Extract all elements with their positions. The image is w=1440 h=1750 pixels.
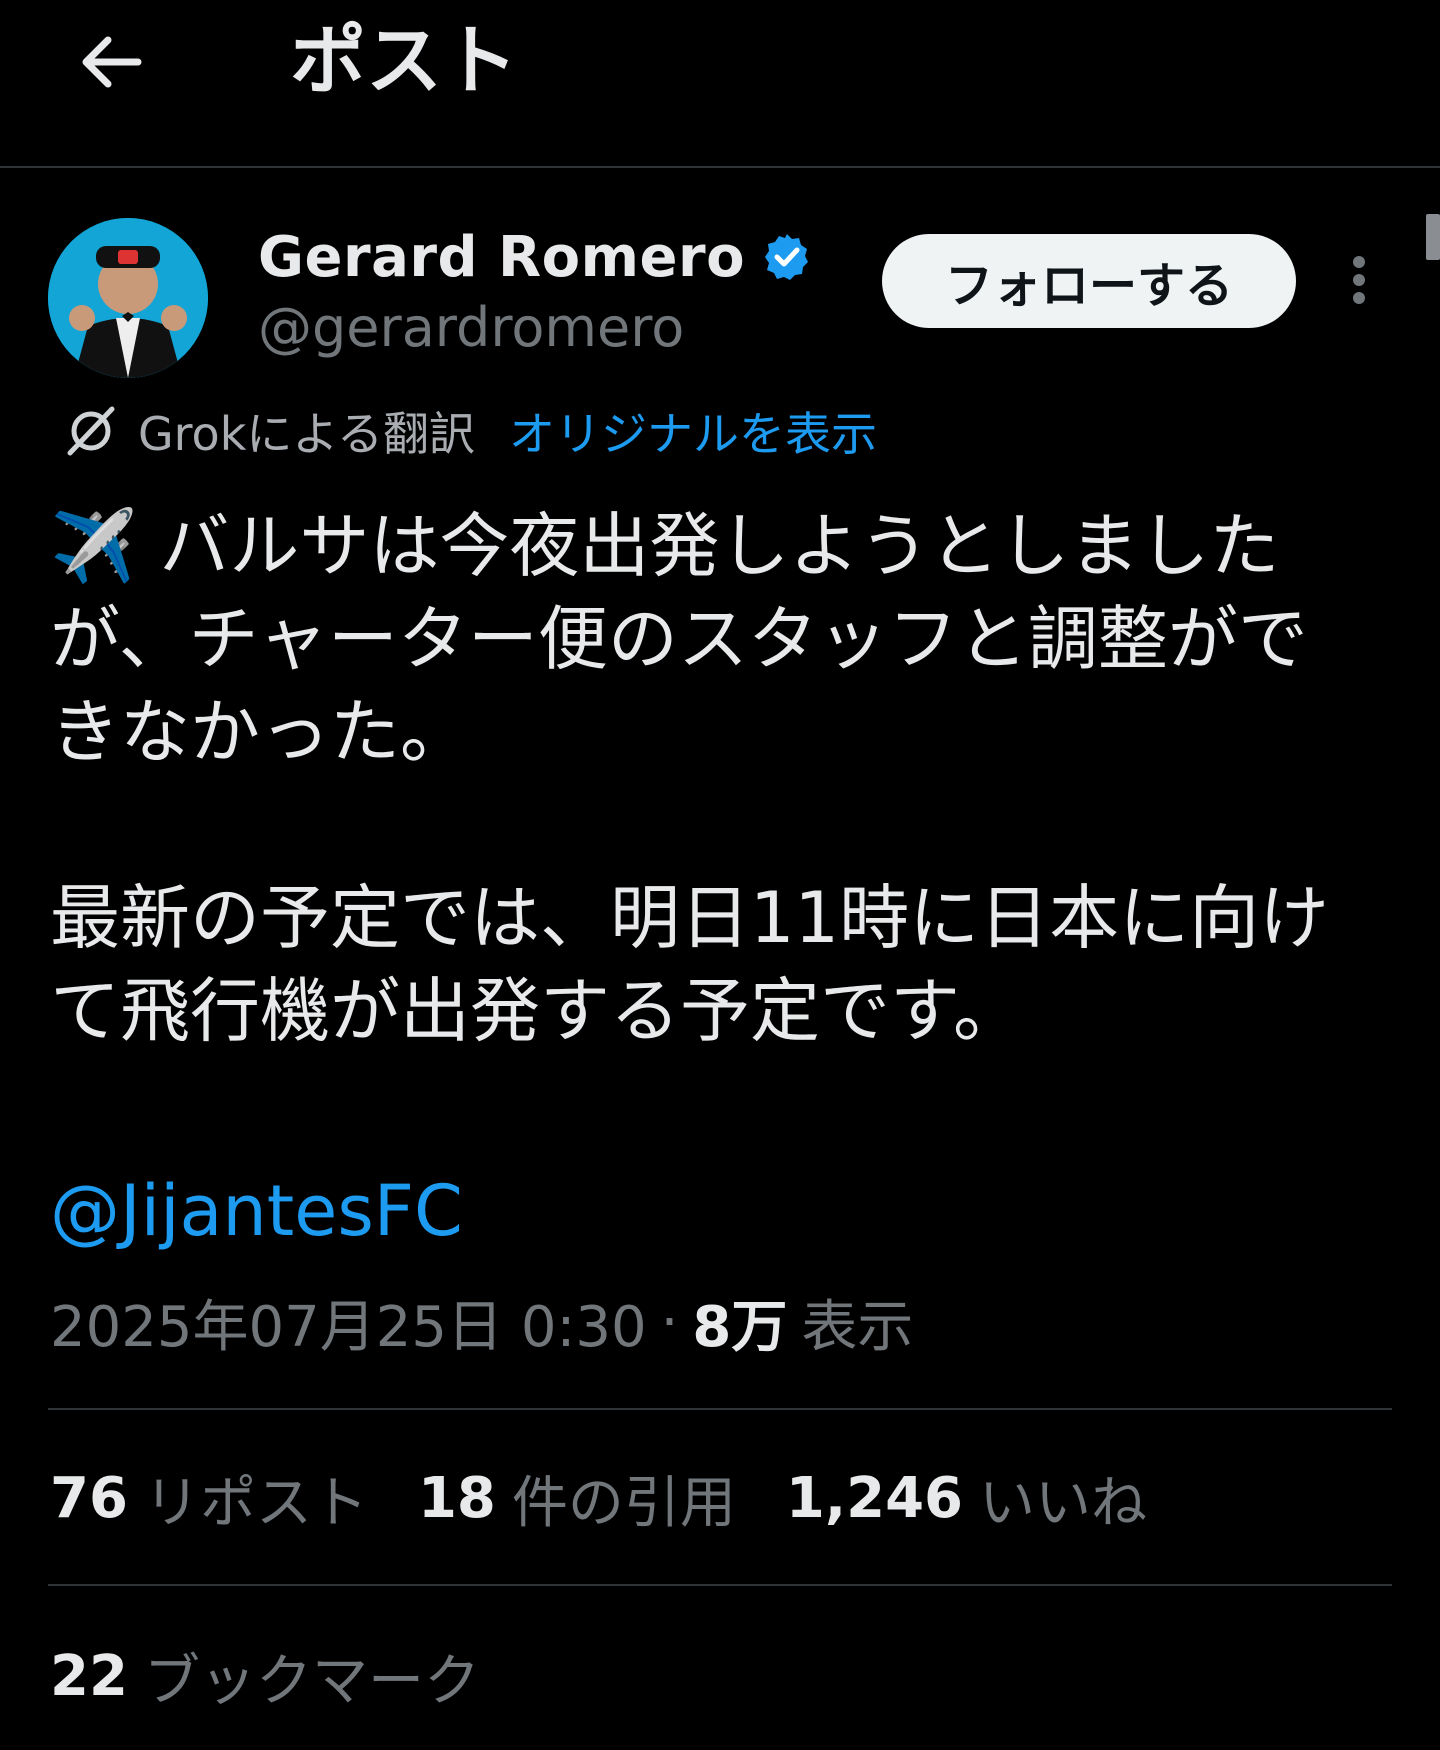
post-line: 最新の予定では、明日11時に日本に向け — [50, 877, 1330, 959]
post-meta: 2025年07月25日 0:30 · 8万 表示 — [50, 1284, 913, 1360]
grok-icon — [67, 406, 115, 456]
post-text: ✈️ バルサは今夜出発しようとしました が、チャーター便のスタッフと調整がで き… — [50, 500, 1380, 1058]
scrollbar-thumb[interactable] — [1426, 214, 1440, 260]
follow-button[interactable]: フォローする — [882, 234, 1296, 328]
author-handle[interactable]: @gerardromero — [258, 296, 684, 359]
top-bar: ポスト — [0, 0, 1440, 168]
airplane-emoji: ✈️ — [50, 505, 138, 587]
back-button[interactable] — [70, 20, 154, 104]
post-line: きなかった。 — [50, 691, 470, 773]
divider — [48, 1408, 1392, 1410]
views-label: 表示 — [801, 1294, 914, 1360]
engagement-stats: 76 リポスト 18 件の引用 1,246 いいね — [50, 1460, 1197, 1536]
reposts-stat[interactable]: 76 リポスト — [50, 1458, 368, 1539]
more-vertical-icon-dot — [1353, 292, 1365, 304]
translation-label: Grokによる翻訳 — [138, 407, 475, 461]
post-timestamp[interactable]: 2025年07月25日 0:30 — [50, 1282, 647, 1363]
views-count: 8万 — [692, 1294, 788, 1360]
reposts-count: 76 — [50, 1465, 128, 1531]
post-line: ✈️ バルサは今夜出発しようとしました — [50, 505, 1280, 587]
divider — [48, 1584, 1392, 1586]
post-detail-screen: ポスト Gerard Romero @gerardromero フォローする G… — [0, 0, 1440, 1750]
translation-row: Grokによる翻訳 オリジナルを表示 — [62, 398, 877, 464]
author-name-row: Gerard Romero — [258, 222, 813, 292]
quotes-count: 18 — [417, 1465, 496, 1531]
avatar[interactable] — [48, 218, 208, 378]
author-name[interactable]: Gerard Romero — [258, 225, 745, 290]
show-original-link[interactable]: オリジナルを表示 — [509, 398, 877, 464]
likes-label: いいね — [979, 1470, 1148, 1536]
likes-stat[interactable]: 1,246 いいね — [786, 1458, 1147, 1539]
reposts-label: リポスト — [143, 1470, 368, 1536]
bookmarks-label: ブックマーク — [143, 1648, 480, 1714]
page-title: ポスト — [290, 16, 518, 105]
meta-separator: · — [660, 1289, 679, 1355]
quotes-label: 件の引用 — [511, 1470, 736, 1536]
mention-link[interactable]: @JijantesFC — [50, 1170, 463, 1252]
bookmarks-count: 22 — [50, 1643, 128, 1709]
arrow-left-icon — [82, 36, 142, 88]
quotes-stat[interactable]: 18 件の引用 — [418, 1458, 736, 1539]
likes-count: 1,246 — [785, 1465, 964, 1531]
more-options-button[interactable] — [1336, 250, 1382, 310]
more-vertical-icon-dot — [1353, 274, 1365, 286]
post-line: て飛行機が出発する予定です。 — [50, 970, 1023, 1052]
bookmarks-stat[interactable]: 22 ブックマーク — [50, 1638, 480, 1714]
verified-badge-icon — [765, 234, 809, 280]
avatar-image — [48, 218, 208, 378]
post-line: が、チャーター便のスタッフと調整がで — [50, 598, 1308, 680]
more-vertical-icon — [1353, 256, 1365, 268]
